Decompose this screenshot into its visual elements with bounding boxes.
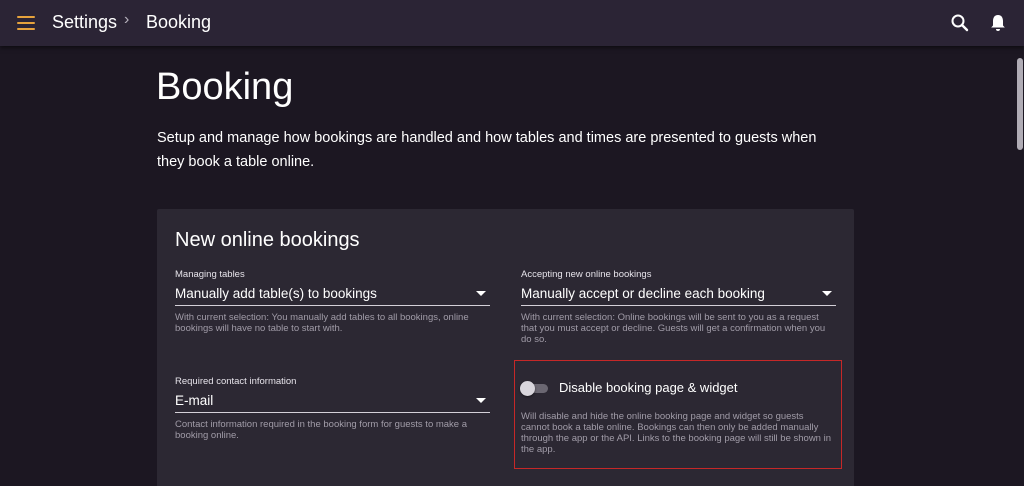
contact-info-value: E-mail: [175, 393, 214, 408]
accepting-bookings-field: Accepting new online bookings Manually a…: [521, 269, 836, 345]
page-description: Setup and manage how bookings are handle…: [157, 130, 817, 170]
breadcrumb-booking: Booking: [146, 12, 212, 32]
disable-booking-hint: Will disable and hide the online booking…: [521, 411, 832, 455]
contact-info-label: Required contact information: [175, 376, 297, 387]
managing-tables-label: Managing tables: [175, 269, 245, 280]
breadcrumb-settings[interactable]: Settings: [52, 12, 117, 33]
page-title: Booking: [156, 66, 294, 108]
dropdown-arrow-icon: [476, 291, 486, 296]
managing-tables-value: Manually add table(s) to bookings: [175, 286, 377, 301]
contact-info-field: Required contact information E-mail Cont…: [175, 376, 490, 441]
toggle-switch[interactable]: [520, 380, 548, 396]
accepting-bookings-hint: With current selection: Online bookings …: [521, 312, 826, 345]
breadcrumb-separator-icon: ›: [124, 11, 130, 28]
disable-booking-highlight-box: Disable booking page & widget Will disab…: [514, 360, 842, 469]
toggle-thumb: [520, 380, 535, 396]
contact-info-hint: Contact information required in the book…: [175, 419, 468, 441]
managing-tables-select[interactable]: Manually add table(s) to bookings: [175, 282, 490, 306]
hamburger-menu-icon[interactable]: [17, 14, 35, 32]
accepting-bookings-label: Accepting new online bookings: [521, 269, 652, 280]
accepting-bookings-value: Manually accept or decline each booking: [521, 286, 765, 301]
accepting-bookings-select[interactable]: Manually accept or decline each booking: [521, 282, 836, 306]
new-online-bookings-card: New online bookings Managing tables Manu…: [157, 209, 854, 486]
dropdown-arrow-icon: [476, 398, 486, 403]
managing-tables-field: Managing tables Manually add table(s) to…: [175, 269, 490, 334]
app-header: Settings › Booking: [0, 0, 1024, 46]
disable-booking-label: Disable booking page & widget: [559, 380, 738, 395]
scrollbar-thumb[interactable]: [1017, 58, 1023, 150]
dropdown-arrow-icon: [822, 291, 832, 296]
contact-info-select[interactable]: E-mail: [175, 389, 490, 413]
card-title: New online bookings: [175, 229, 360, 251]
bell-icon[interactable]: [988, 13, 1008, 33]
managing-tables-hint: With current selection: You manually add…: [175, 312, 469, 334]
search-icon[interactable]: [950, 13, 970, 33]
disable-booking-toggle[interactable]: Disable booking page & widget: [520, 380, 738, 396]
